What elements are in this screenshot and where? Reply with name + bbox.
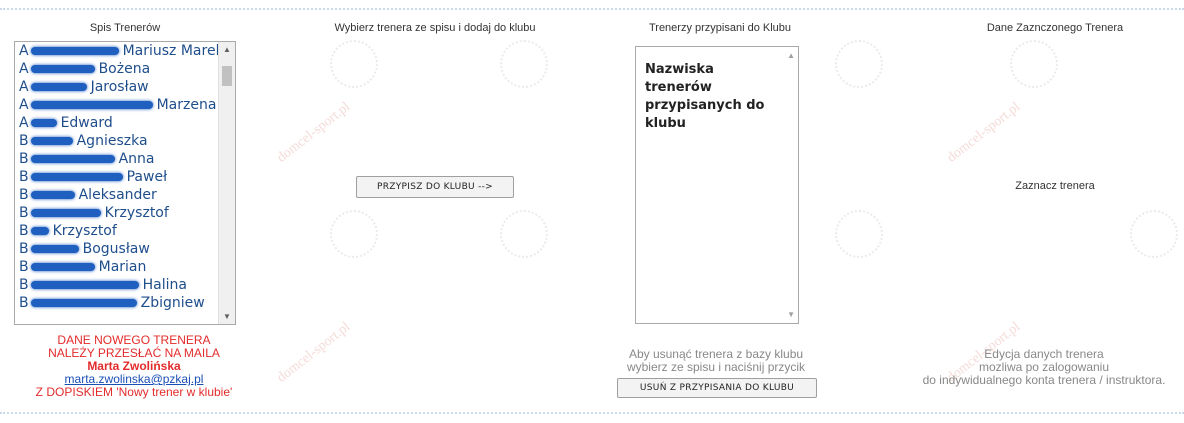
watermark: domcel-sport.pl <box>274 99 354 166</box>
trainer-list-item[interactable]: A Bożena <box>15 60 235 78</box>
watermark-ring <box>835 210 883 258</box>
redacted-surname <box>30 101 153 109</box>
redacted-surname <box>30 47 119 55</box>
redacted-surname <box>30 263 95 271</box>
trainer-first-name: Krzysztof <box>52 223 117 239</box>
watermark-ring <box>500 210 548 258</box>
surname-initial: B <box>19 151 29 167</box>
watermark-ring <box>1010 40 1058 88</box>
watermark-ring <box>330 210 378 258</box>
surname-initial: B <box>19 295 29 311</box>
edit-note-line: do indywidualnego konta trenera / instru… <box>922 373 1166 387</box>
watermark-ring <box>1130 210 1178 258</box>
redacted-surname <box>30 173 123 181</box>
scroll-down-icon[interactable]: ▼ <box>223 312 231 321</box>
trainer-first-name: Marian <box>98 259 147 275</box>
redacted-surname <box>30 83 87 91</box>
surname-initial: B <box>19 133 29 149</box>
trainer-list-item[interactable]: B Zbigniew <box>15 294 235 312</box>
new-trainer-note: DANE NOWEGO TRENERA NALEŻY PRZESŁAĆ NA M… <box>0 334 268 399</box>
select-trainer-prompt: Zaznacz trenera <box>1015 180 1095 192</box>
redacted-surname <box>30 227 49 235</box>
trainer-list-item[interactable]: B Agnieszka <box>15 132 235 150</box>
assigned-trainers-listbox[interactable]: Nazwiska trenerów przypisanych do klubu … <box>635 46 799 324</box>
trainer-list-item[interactable]: B Krzysztof <box>15 222 235 240</box>
surname-initial: B <box>19 223 29 239</box>
trainer-first-name: Marzena <box>156 97 217 113</box>
trainer-first-name: Edward <box>60 115 113 131</box>
assign-to-club-button[interactable]: PRZYPISZ DO KLUBU --> <box>356 176 514 198</box>
remove-from-club-button[interactable]: USUŃ Z PRZYPISANIA DO KLUBU <box>617 378 817 398</box>
trainer-first-name: Halina <box>142 277 187 293</box>
surname-initial: B <box>19 205 29 221</box>
scroll-thumb[interactable] <box>222 66 232 86</box>
bottom-divider <box>0 412 1184 414</box>
redacted-surname <box>30 119 57 127</box>
watermark-ring <box>330 40 378 88</box>
trainer-list-item[interactable]: B Aleksander <box>15 186 235 204</box>
trainer-list-item[interactable]: B Anna <box>15 150 235 168</box>
remove-note-line: wybierz ze spisu i naciśnij przycik <box>626 360 806 374</box>
trainer-list-item[interactable]: B Paweł <box>15 168 235 186</box>
redacted-surname <box>30 209 101 217</box>
surname-initial: A <box>19 115 29 131</box>
trainer-first-name: Bogusław <box>82 241 150 257</box>
listbox-scrollbar[interactable]: ▲ ▼ <box>218 42 235 324</box>
remove-note: Aby usunąć trenera z bazy klubu wybierz … <box>600 348 832 374</box>
surname-initial: B <box>19 277 29 293</box>
scroll-up-icon[interactable]: ▲ <box>223 45 231 54</box>
contact-email-link[interactable]: marta.zwolinska@pzkaj.pl <box>65 372 204 386</box>
surname-initial: B <box>19 187 29 203</box>
surname-initial: B <box>19 241 29 257</box>
redacted-surname <box>30 281 139 289</box>
trainer-list: A Mariusz Marek A Bożena A Jarosław A Marzena A E… <box>15 42 235 312</box>
note-line: Z DOPISKIEM 'Nowy trener w klubie' <box>35 385 233 399</box>
redacted-surname <box>30 155 115 163</box>
surname-initial: A <box>19 79 29 95</box>
trainer-first-name: Jarosław <box>90 79 149 95</box>
redacted-surname <box>30 137 73 145</box>
trainer-list-title: Spis Trenerów <box>89 22 161 34</box>
trainer-first-name: Mariusz Marek <box>122 43 224 59</box>
redacted-surname <box>30 191 75 199</box>
trainer-first-name: Aleksander <box>78 187 157 203</box>
trainer-list-item[interactable]: B Bogusław <box>15 240 235 258</box>
scroll-up-icon[interactable]: ▲ <box>787 51 795 60</box>
trainer-list-item[interactable]: A Mariusz Marek <box>15 42 235 60</box>
redacted-surname <box>30 65 95 73</box>
surname-initial: A <box>19 61 29 77</box>
top-divider <box>0 8 1184 10</box>
surname-initial: A <box>19 43 29 59</box>
scroll-down-icon[interactable]: ▼ <box>787 310 795 319</box>
trainer-first-name: Krzysztof <box>104 205 169 221</box>
watermark-ring <box>835 40 883 88</box>
surname-initial: A <box>19 97 29 113</box>
surname-initial: B <box>19 169 29 185</box>
edit-info-note: Edycja danych trenera mozliwa po zalogow… <box>906 348 1182 387</box>
assigned-trainers-title: Trenerzy przypisani do Klubu <box>648 22 792 34</box>
surname-initial: B <box>19 259 29 275</box>
trainer-first-name: Anna <box>118 151 155 167</box>
trainer-first-name: Agnieszka <box>76 133 148 149</box>
trainer-details-title: Dane Zaznczonego Trenera <box>986 22 1124 34</box>
redacted-surname <box>30 299 137 307</box>
trainer-list-item[interactable]: A Jarosław <box>15 78 235 96</box>
trainer-first-name: Zbigniew <box>140 295 205 311</box>
trainer-first-name: Paweł <box>126 169 168 185</box>
trainer-listbox[interactable]: A Mariusz Marek A Bożena A Jarosław A Marzena A E… <box>14 41 236 325</box>
trainer-list-item[interactable]: B Marian <box>15 258 235 276</box>
trainer-list-item[interactable]: A Marzena <box>15 96 235 114</box>
redacted-surname <box>30 245 79 253</box>
trainer-list-item[interactable]: B Krzysztof <box>15 204 235 222</box>
watermark-ring <box>500 40 548 88</box>
watermark: domcel-sport.pl <box>944 99 1024 166</box>
trainer-first-name: Bożena <box>98 61 151 77</box>
watermark: domcel-sport.pl <box>274 319 354 386</box>
trainer-list-item[interactable]: B Halina <box>15 276 235 294</box>
add-trainer-title: Wybierz trenera ze spisu i dodaj do klub… <box>334 22 536 34</box>
trainer-list-item[interactable]: A Edward <box>15 114 235 132</box>
assigned-placeholder: Nazwiska trenerów przypisanych do klubu <box>645 62 765 131</box>
